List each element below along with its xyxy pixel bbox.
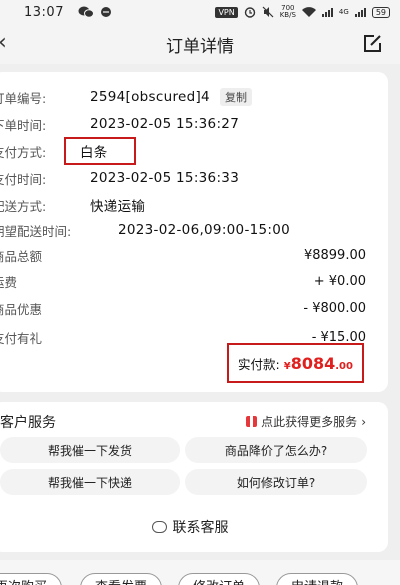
faq-urge-delivery[interactable]: 帮我催一下快递: [0, 469, 180, 495]
chevron-right-icon: ›: [361, 414, 366, 429]
payment-time-row: 支付时间: 2023-02-05 15:36:33: [0, 168, 388, 188]
alarm-icon: [244, 7, 255, 18]
mute-icon: [262, 6, 274, 18]
expected-delivery-label: 期望配送时间:: [0, 223, 72, 239]
modify-order-button[interactable]: 修改订单: [178, 573, 260, 585]
more-services-label: 点此获得更多服务: [261, 415, 358, 429]
vpn-badge: VPN: [215, 6, 238, 18]
page-title: 订单详情: [166, 36, 234, 57]
service-title: 客户服务: [0, 415, 56, 431]
order-number-value: 2594[obscured]4: [90, 89, 210, 105]
customer-service-card: 客户服务 点此获得更多服务 › 帮我催一下发货 商品降价了怎么办? 帮我催一下快…: [0, 402, 388, 552]
delivery-method-value: 快递运输: [90, 199, 146, 215]
expected-delivery-value: 2023-02-06,09:00-15:00: [118, 222, 291, 238]
faq-urge-shipping[interactable]: 帮我催一下发货: [0, 437, 180, 463]
status-time: 13:07: [24, 4, 64, 20]
message-icon: [100, 7, 111, 17]
contact-service-label: 联系客服: [172, 520, 229, 536]
gift-icon: [246, 416, 258, 427]
payment-time-label: 支付时间:: [0, 171, 47, 187]
subtotal-label: 商品总额: [0, 248, 43, 264]
signal-icon-2: [354, 7, 366, 17]
amount-paid-integer: 8084: [290, 353, 336, 373]
order-number-row: 订单编号: 2594[obscured]4 复制: [0, 87, 388, 107]
buy-again-button[interactable]: 再次购买: [0, 573, 62, 585]
faq-modify-order[interactable]: 如何修改订单?: [185, 469, 367, 495]
order-info-card: 订单编号: 2594[obscured]4 复制 下单时间: 2023-02-0…: [0, 72, 388, 392]
discount-label: 商品优惠: [0, 301, 43, 317]
amount-row: 商品优惠 - ¥800.00: [0, 298, 388, 318]
amount-paid-decimal: .00: [335, 360, 353, 372]
shipping-label: 运费: [0, 274, 18, 290]
faq-price-drop[interactable]: 商品降价了怎么办?: [185, 437, 367, 463]
speed-unit: KB/S: [279, 11, 296, 19]
delivery-method-label: 配送方式:: [0, 198, 47, 214]
order-time-row: 下单时间: 2023-02-05 15:36:27: [0, 114, 388, 134]
order-time-value: 2023-02-05 15:36:27: [90, 116, 240, 132]
status-bar: 13:07 VPN 700 KB/S 4G 59: [0, 0, 400, 24]
expected-delivery-row: 期望配送时间: 2023-02-06,09:00-15:00: [0, 220, 388, 240]
discount-value: - ¥800.00: [303, 300, 366, 316]
back-icon[interactable]: ‹: [0, 30, 7, 55]
page-header: ‹ 订单详情: [0, 24, 400, 64]
currency-symbol: ¥: [283, 360, 291, 372]
view-invoice-button[interactable]: 查看发票: [80, 573, 162, 585]
network-type: 4G: [338, 8, 349, 16]
delivery-method-row: 配送方式: 快递运输: [0, 195, 388, 216]
more-services-link[interactable]: 点此获得更多服务 ›: [246, 413, 366, 430]
amount-paid-value: ¥8084.00: [284, 354, 353, 373]
chat-icon: [151, 521, 167, 533]
order-number-label: 订单编号:: [0, 90, 47, 106]
payment-method-highlight: 白条: [64, 137, 136, 165]
payment-gift-label: 支付有礼: [0, 330, 43, 346]
amount-row: 商品总额 ¥8899.00: [0, 245, 388, 265]
amount-row: 运费 + ¥0.00: [0, 271, 388, 291]
request-refund-button[interactable]: 申请退款: [276, 573, 358, 585]
amount-paid-label: 实付款:: [238, 356, 280, 372]
battery-indicator: 59: [371, 6, 390, 18]
order-time-label: 下单时间:: [0, 117, 47, 133]
shipping-value: + ¥0.00: [313, 273, 366, 289]
payment-time-value: 2023-02-05 15:36:33: [90, 170, 240, 186]
payment-method-value: 白条: [80, 145, 108, 161]
subtotal-value: ¥8899.00: [303, 247, 366, 263]
payment-method-row: 支付方式: 白条: [0, 137, 388, 165]
copy-button[interactable]: 复制: [219, 88, 252, 106]
amount-paid-highlight: 实付款: ¥8084.00: [227, 343, 364, 383]
edit-icon[interactable]: [362, 34, 384, 54]
bottom-action-bar: 再次购买 查看发票 修改订单 申请退款: [0, 560, 400, 585]
wechat-icon: [78, 6, 94, 18]
contact-service-button[interactable]: 联系客服: [0, 517, 388, 537]
signal-icon: [321, 7, 333, 17]
wifi-icon: [301, 6, 316, 17]
